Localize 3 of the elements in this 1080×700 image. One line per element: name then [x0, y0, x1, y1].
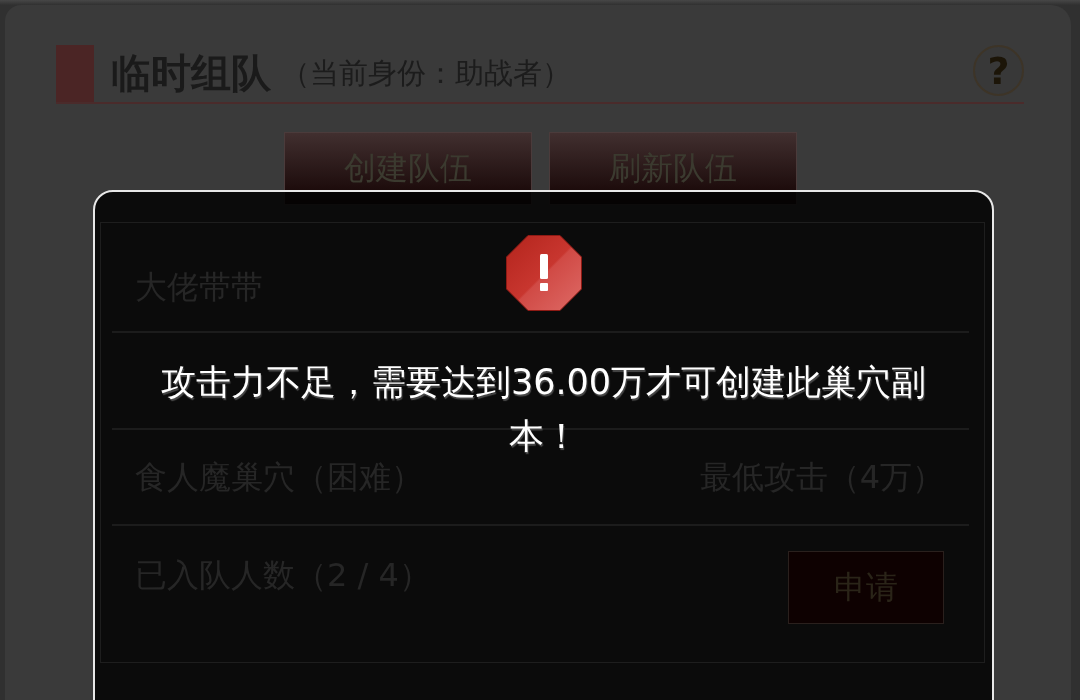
alert-message: 攻击力不足，需要达到36.00万才可创建此巢穴副本！	[159, 361, 928, 458]
error-icon	[505, 235, 582, 311]
help-button[interactable]: ?	[973, 45, 1024, 96]
